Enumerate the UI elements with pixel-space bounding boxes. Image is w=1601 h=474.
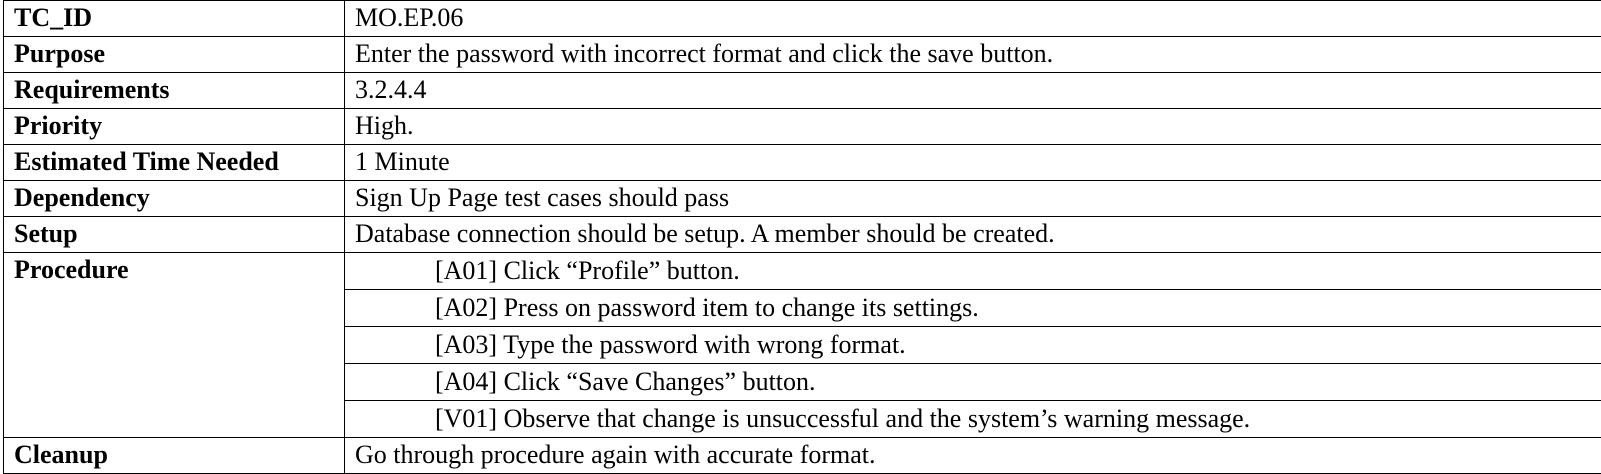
table-row-dependency: Dependency Sign Up Page test cases shoul… xyxy=(4,181,1601,217)
row-value: Go through procedure again with accurate… xyxy=(345,438,1601,474)
procedure-steps-cell: [A01] Click “Profile” button. [A02] Pres… xyxy=(345,253,1601,438)
table-row-purpose: Purpose Enter the password with incorrec… xyxy=(4,37,1601,73)
procedure-step: [A03] Type the password with wrong forma… xyxy=(345,327,1601,364)
row-value: Database connection should be setup. A m… xyxy=(345,217,1601,253)
row-label: Dependency xyxy=(4,181,345,217)
procedure-step: [A04] Click “Save Changes” button. xyxy=(345,364,1601,401)
row-label: Cleanup xyxy=(4,438,345,474)
row-label: Purpose xyxy=(4,37,345,73)
table-row-estimated-time: Estimated Time Needed 1 Minute xyxy=(4,145,1601,181)
table-row-priority: Priority High. xyxy=(4,109,1601,145)
table-row-setup: Setup Database connection should be setu… xyxy=(4,217,1601,253)
procedure-steps-list: [A01] Click “Profile” button. [A02] Pres… xyxy=(345,253,1601,437)
table-row-tc-id: TC_ID MO.EP.06 xyxy=(4,1,1601,37)
table-row-requirements: Requirements 3.2.4.4 xyxy=(4,73,1601,109)
row-value: 1 Minute xyxy=(345,145,1601,181)
row-value: MO.EP.06 xyxy=(345,1,1601,37)
row-value: High. xyxy=(345,109,1601,145)
row-value: 3.2.4.4 xyxy=(345,73,1601,109)
test-case-table: TC_ID MO.EP.06 Purpose Enter the passwor… xyxy=(3,0,1601,474)
procedure-step: [A01] Click “Profile” button. xyxy=(345,253,1601,290)
procedure-step: [V01] Observe that change is unsuccessfu… xyxy=(345,401,1601,437)
row-label: Procedure xyxy=(4,253,345,438)
row-label: Setup xyxy=(4,217,345,253)
row-label: Estimated Time Needed xyxy=(4,145,345,181)
row-label: Requirements xyxy=(4,73,345,109)
row-label: Priority xyxy=(4,109,345,145)
table-row-procedure: Procedure [A01] Click “Profile” button. … xyxy=(4,253,1601,438)
table-row-cleanup: Cleanup Go through procedure again with … xyxy=(4,438,1601,474)
row-value: Enter the password with incorrect format… xyxy=(345,37,1601,73)
row-value: Sign Up Page test cases should pass xyxy=(345,181,1601,217)
row-label: TC_ID xyxy=(4,1,345,37)
procedure-step: [A02] Press on password item to change i… xyxy=(345,290,1601,327)
